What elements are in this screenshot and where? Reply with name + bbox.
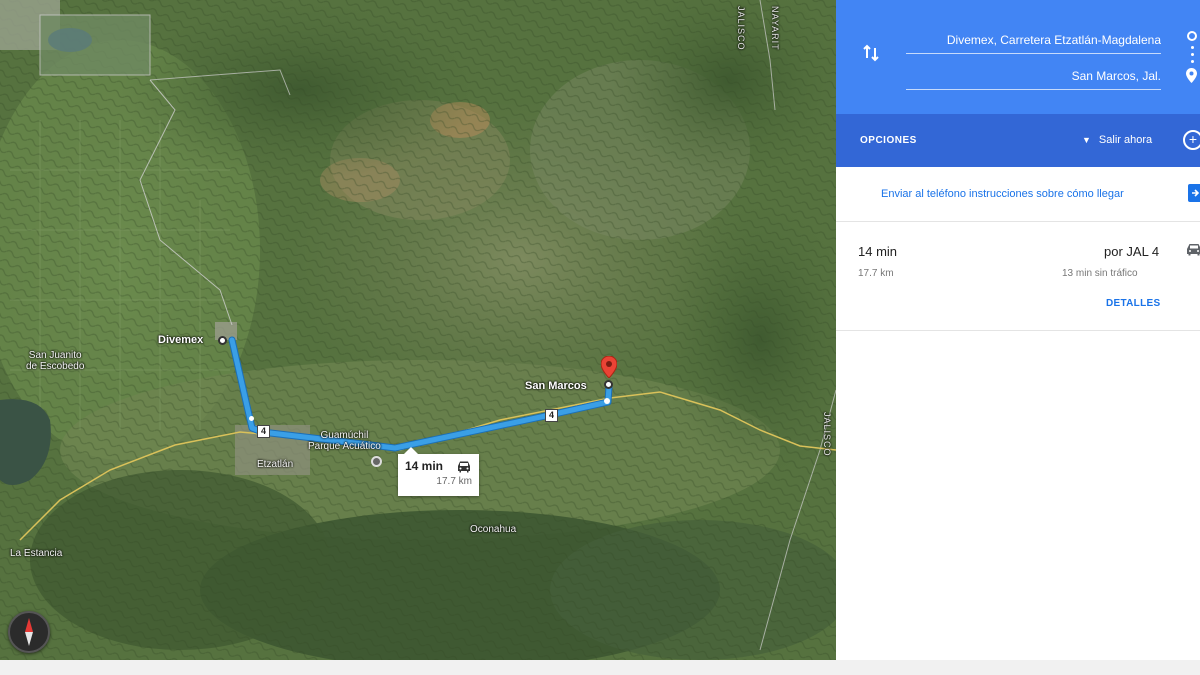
state-label-nayarit: NAYARIT — [770, 6, 780, 51]
route-dot — [1191, 53, 1194, 56]
place-label-guamuchil[interactable]: Guamúchil Parque Acuático — [308, 430, 381, 452]
satellite-terrain — [0, 0, 836, 660]
directions-header: Divemex, Carretera Etzatlán-Magdalena Sa… — [836, 0, 1200, 167]
route-dot — [1191, 46, 1194, 49]
place-label-la-estancia[interactable]: La Estancia — [10, 548, 62, 559]
trip-distance: 17.7 km — [858, 268, 894, 279]
place-label-san-juanito[interactable]: San Juanito de Escobedo — [26, 350, 84, 372]
swap-button[interactable] — [858, 40, 884, 66]
send-to-phone-link[interactable]: Enviar al teléfono instrucciones sobre c… — [881, 188, 1124, 200]
state-label-jalisco-east: JALISCO — [822, 412, 832, 457]
place-label-line: Guamúchil — [320, 430, 369, 441]
trip-route-name: por JAL 4 — [1104, 244, 1160, 259]
route-dot — [1191, 60, 1194, 63]
options-button[interactable]: OPCIONES — [860, 135, 917, 146]
destination-marker-icon[interactable] — [601, 356, 617, 378]
route-waypoint — [604, 398, 610, 404]
place-label-etzatlan[interactable]: Etzatlán — [257, 459, 293, 470]
destination-pin-icon — [1186, 68, 1197, 83]
state-label-jalisco: JALISCO — [736, 6, 746, 51]
route-waypoint — [249, 416, 254, 421]
route-shield: 4 — [545, 409, 558, 422]
place-label-divemex[interactable]: Divemex — [158, 335, 203, 346]
depart-time-label: Salir ahora — [1098, 134, 1153, 146]
swap-icon — [863, 44, 879, 62]
map-canvas[interactable]: 4 4 Divemex San Marcos San Juanito de Es… — [0, 0, 836, 660]
car-icon — [1187, 244, 1200, 256]
depart-time-select[interactable]: ▼ Salir ahora — [1082, 134, 1152, 146]
send-to-phone-icon[interactable] — [1187, 183, 1200, 203]
trip-details-button[interactable]: DETALLES — [1106, 298, 1160, 309]
route-summary-callout[interactable]: 14 min 17.7 km — [398, 447, 479, 496]
poi-marker[interactable] — [371, 456, 382, 467]
trip-duration: 14 min — [858, 244, 898, 259]
trip-traffic-note: 13 min sin tráfico — [1062, 268, 1138, 279]
origin-pin[interactable] — [218, 336, 227, 345]
origin-input[interactable]: Divemex, Carretera Etzatlán-Magdalena — [906, 24, 1161, 54]
place-label-line: San Juanito — [28, 350, 82, 361]
car-icon — [458, 461, 470, 473]
route-shield: 4 — [257, 425, 270, 438]
compass-button[interactable] — [8, 611, 50, 653]
trip-option-card[interactable]: por JAL 4 14 min 13 min sin tráfico 17.7… — [836, 222, 1200, 331]
origin-circle-icon — [1187, 31, 1197, 41]
add-circle-icon[interactable]: + — [1183, 130, 1200, 150]
place-label-line: de Escobedo — [26, 361, 85, 372]
directions-panel: Divemex, Carretera Etzatlán-Magdalena Sa… — [836, 0, 1200, 660]
route-callout-distance: 17.7 km — [436, 476, 472, 487]
send-to-phone-row[interactable]: Enviar al teléfono instrucciones sobre c… — [836, 167, 1200, 222]
place-label-line: Parque Acuático — [308, 441, 381, 452]
caret-down-icon: ▼ — [1082, 135, 1091, 145]
compass-icon — [25, 618, 33, 646]
place-label-san-marcos[interactable]: San Marcos — [525, 381, 587, 392]
place-label-oconahua[interactable]: Oconahua — [470, 524, 516, 535]
destination-pin[interactable] — [604, 380, 613, 389]
destination-input[interactable]: San Marcos, Jal. — [906, 60, 1161, 90]
options-bar: OPCIONES ▼ Salir ahora — [836, 114, 1200, 167]
maps-window: 4 4 Divemex San Marcos San Juanito de Es… — [0, 0, 1200, 675]
